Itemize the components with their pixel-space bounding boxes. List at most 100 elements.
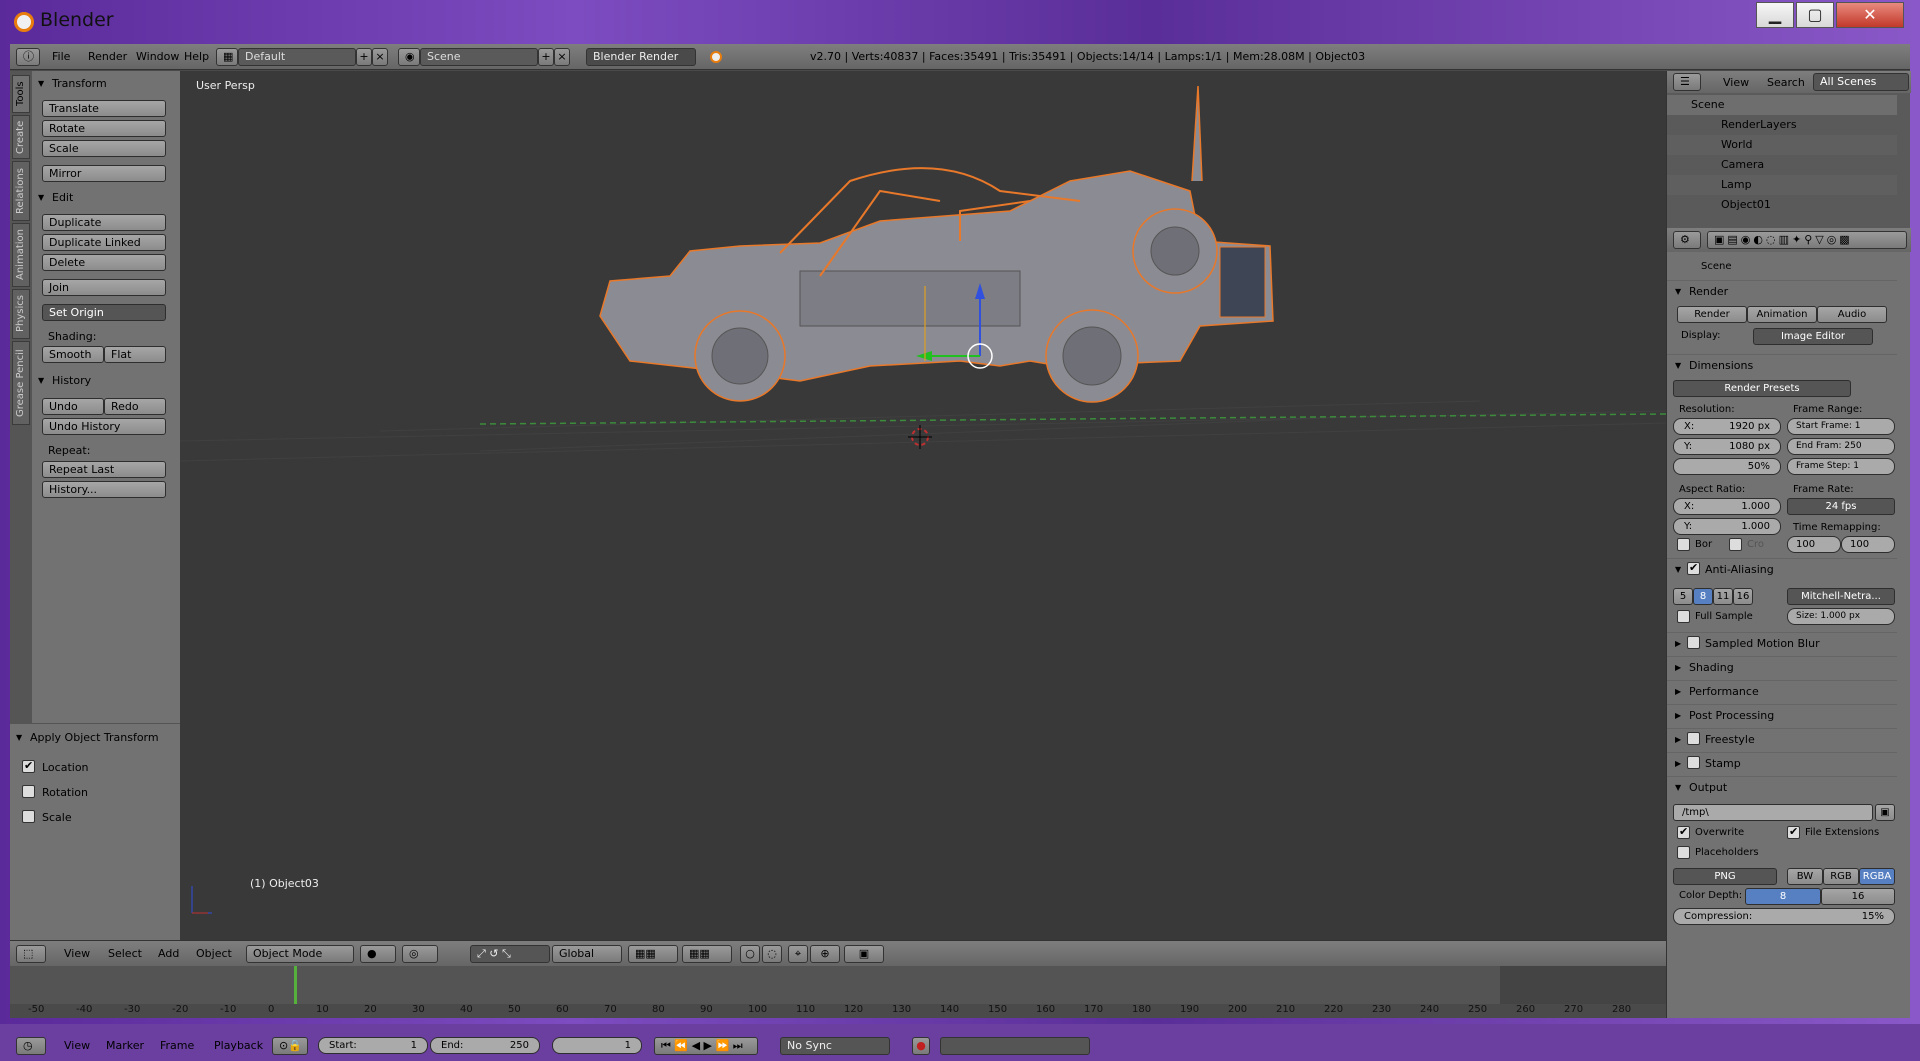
outliner-row-lamp[interactable]: Lamp bbox=[1667, 175, 1897, 195]
mirror-button[interactable]: Mirror bbox=[42, 165, 166, 182]
depth-16-button[interactable]: 16 bbox=[1821, 888, 1895, 905]
maximize-button[interactable]: ▢ bbox=[1796, 2, 1834, 28]
outliner-row-camera[interactable]: Camera bbox=[1667, 155, 1897, 175]
editor-type-3d-icon[interactable]: ⬚ bbox=[16, 945, 46, 963]
context-tabs-icons[interactable]: ▣▤◉◐◌▥✦⚲▽◎▩ bbox=[1707, 231, 1907, 249]
menu-add[interactable]: Add bbox=[158, 947, 179, 960]
playback-controls[interactable]: ⏮ ⏪ ◀ ▶ ⏩ ⏭ bbox=[654, 1037, 758, 1055]
delete-button[interactable]: Delete bbox=[42, 254, 166, 271]
stamp-checkbox[interactable] bbox=[1687, 756, 1700, 769]
duplicate-linked-button[interactable]: Duplicate Linked bbox=[42, 234, 166, 251]
remap-old-field[interactable]: 100 bbox=[1787, 536, 1841, 553]
aspect-y-field[interactable]: Y: 1.000 bbox=[1673, 518, 1781, 535]
proportional-edit-icon[interactable]: ○ bbox=[740, 945, 760, 963]
menu-frame[interactable]: Frame bbox=[160, 1039, 194, 1052]
freestyle-checkbox[interactable] bbox=[1687, 732, 1700, 745]
transform-panel-header[interactable]: Transform bbox=[32, 74, 180, 94]
output-path-field[interactable]: /tmp\ bbox=[1673, 804, 1873, 821]
performance-section[interactable]: Performance bbox=[1667, 680, 1897, 703]
edit-panel-header[interactable]: Edit bbox=[32, 188, 180, 208]
freestyle-section[interactable]: Freestyle bbox=[1667, 728, 1897, 751]
anti-aliasing-section-header[interactable]: Anti-Aliasing bbox=[1667, 558, 1897, 581]
join-button[interactable]: Join bbox=[42, 279, 166, 296]
post-processing-section[interactable]: Post Processing bbox=[1667, 704, 1897, 727]
placeholders-checkbox[interactable] bbox=[1677, 846, 1690, 859]
remap-new-field[interactable]: 100 bbox=[1841, 536, 1895, 553]
flat-button[interactable]: Flat bbox=[104, 346, 166, 363]
border-checkbox[interactable] bbox=[1677, 538, 1690, 551]
undo-button[interactable]: Undo bbox=[42, 398, 104, 415]
3d-viewport[interactable]: User Persp (1) Object03 bbox=[180, 71, 1666, 940]
layout-icon[interactable]: ▦ bbox=[216, 48, 238, 66]
redo-button[interactable]: Redo bbox=[104, 398, 166, 415]
remove-scene-icon[interactable]: × bbox=[554, 48, 570, 66]
minimize-button[interactable]: ▁ bbox=[1756, 2, 1794, 28]
snap-icon[interactable]: ◌ bbox=[762, 945, 782, 963]
aa-sample-5[interactable]: 5 bbox=[1673, 588, 1693, 605]
depth-8-button[interactable]: 8 bbox=[1745, 888, 1821, 905]
output-section-header[interactable]: Output bbox=[1667, 776, 1897, 799]
add-layout-icon[interactable]: + bbox=[356, 48, 372, 66]
smooth-button[interactable]: Smooth bbox=[42, 346, 104, 363]
render-engine-select[interactable]: Blender Render bbox=[586, 48, 696, 66]
fps-select[interactable]: 24 fps bbox=[1787, 498, 1895, 515]
render-preview-icon[interactable]: ▣ bbox=[844, 945, 884, 963]
menu-help[interactable]: Help bbox=[184, 50, 209, 63]
undo-history-button[interactable]: Undo History bbox=[42, 418, 166, 435]
start-frame-prop[interactable]: Start Frame: 1 bbox=[1787, 418, 1895, 435]
full-sample-checkbox[interactable] bbox=[1677, 610, 1690, 623]
start-frame-field[interactable]: Start: 1 bbox=[318, 1037, 428, 1054]
file-format-select[interactable]: PNG bbox=[1673, 868, 1777, 885]
tab-create[interactable]: Create bbox=[12, 115, 30, 159]
snap-target-icon[interactable]: ⌖ bbox=[788, 945, 808, 963]
outliner-row-object01[interactable]: Object01 bbox=[1667, 195, 1897, 215]
tab-physics[interactable]: Physics bbox=[12, 289, 30, 339]
sync-select[interactable]: No Sync bbox=[780, 1037, 890, 1055]
crop-checkbox[interactable] bbox=[1729, 538, 1742, 551]
snap-element-icon[interactable]: ⊕ bbox=[810, 945, 840, 963]
resolution-x-field[interactable]: X: 1920 px bbox=[1673, 418, 1781, 435]
remove-layout-icon[interactable]: × bbox=[372, 48, 388, 66]
render-presets-select[interactable]: Render Presets bbox=[1673, 380, 1851, 397]
set-origin-select[interactable]: Set Origin bbox=[42, 304, 166, 321]
display-select[interactable]: Image Editor bbox=[1753, 328, 1873, 345]
menu-render[interactable]: Render bbox=[88, 50, 127, 63]
file-extensions-checkbox[interactable] bbox=[1787, 825, 1800, 839]
editor-type-outliner-icon[interactable]: ☰ bbox=[1673, 73, 1701, 91]
duplicate-button[interactable]: Duplicate bbox=[42, 214, 166, 231]
keying-icon[interactable]: ⊙🔒 bbox=[272, 1037, 308, 1055]
aa-sample-11[interactable]: 11 bbox=[1713, 588, 1733, 605]
layers-grid-icon-2[interactable]: ▦▦ bbox=[682, 945, 732, 963]
resolution-percentage-field[interactable]: 50% bbox=[1673, 458, 1781, 475]
history-panel-header[interactable]: History bbox=[32, 371, 180, 391]
shading-section[interactable]: Shading bbox=[1667, 656, 1897, 679]
resolution-y-field[interactable]: Y: 1080 px bbox=[1673, 438, 1781, 455]
outliner-row-scene[interactable]: Scene bbox=[1667, 95, 1897, 115]
orientation-select[interactable]: Global bbox=[552, 945, 622, 963]
add-scene-icon[interactable]: + bbox=[538, 48, 554, 66]
editor-type-timeline-icon[interactable]: ◷ bbox=[16, 1037, 46, 1055]
tab-grease-pencil[interactable]: Grease Pencil bbox=[12, 341, 30, 425]
outliner-filter-select[interactable]: All Scenes bbox=[1813, 73, 1909, 91]
render-section-header[interactable]: Render bbox=[1667, 280, 1897, 303]
menu-file[interactable]: File bbox=[52, 50, 70, 63]
dimensions-section-header[interactable]: Dimensions bbox=[1667, 354, 1897, 377]
menu-view[interactable]: View bbox=[64, 947, 90, 960]
translate-button[interactable]: Translate bbox=[42, 100, 166, 117]
scale-checkbox[interactable] bbox=[22, 810, 35, 823]
render-button[interactable]: Render bbox=[1677, 306, 1747, 323]
menu-view-timeline[interactable]: View bbox=[64, 1039, 90, 1052]
outliner-menu-search[interactable]: Search bbox=[1767, 76, 1805, 89]
overwrite-checkbox[interactable] bbox=[1677, 825, 1690, 839]
rotate-button[interactable]: Rotate bbox=[42, 120, 166, 137]
outliner-row-world[interactable]: World bbox=[1667, 135, 1897, 155]
motion-blur-checkbox[interactable] bbox=[1687, 636, 1700, 649]
bw-button[interactable]: BW bbox=[1787, 868, 1823, 885]
rgba-button[interactable]: RGBA bbox=[1859, 868, 1895, 885]
animation-button[interactable]: Animation bbox=[1747, 306, 1817, 323]
vehicle-model[interactable] bbox=[180, 71, 1666, 940]
editor-type-properties-icon[interactable]: ⚙ bbox=[1673, 231, 1701, 249]
sampled-motion-blur-section[interactable]: Sampled Motion Blur bbox=[1667, 632, 1897, 655]
close-button[interactable]: ✕ bbox=[1836, 2, 1904, 28]
scene-field[interactable]: Scene bbox=[420, 48, 538, 66]
